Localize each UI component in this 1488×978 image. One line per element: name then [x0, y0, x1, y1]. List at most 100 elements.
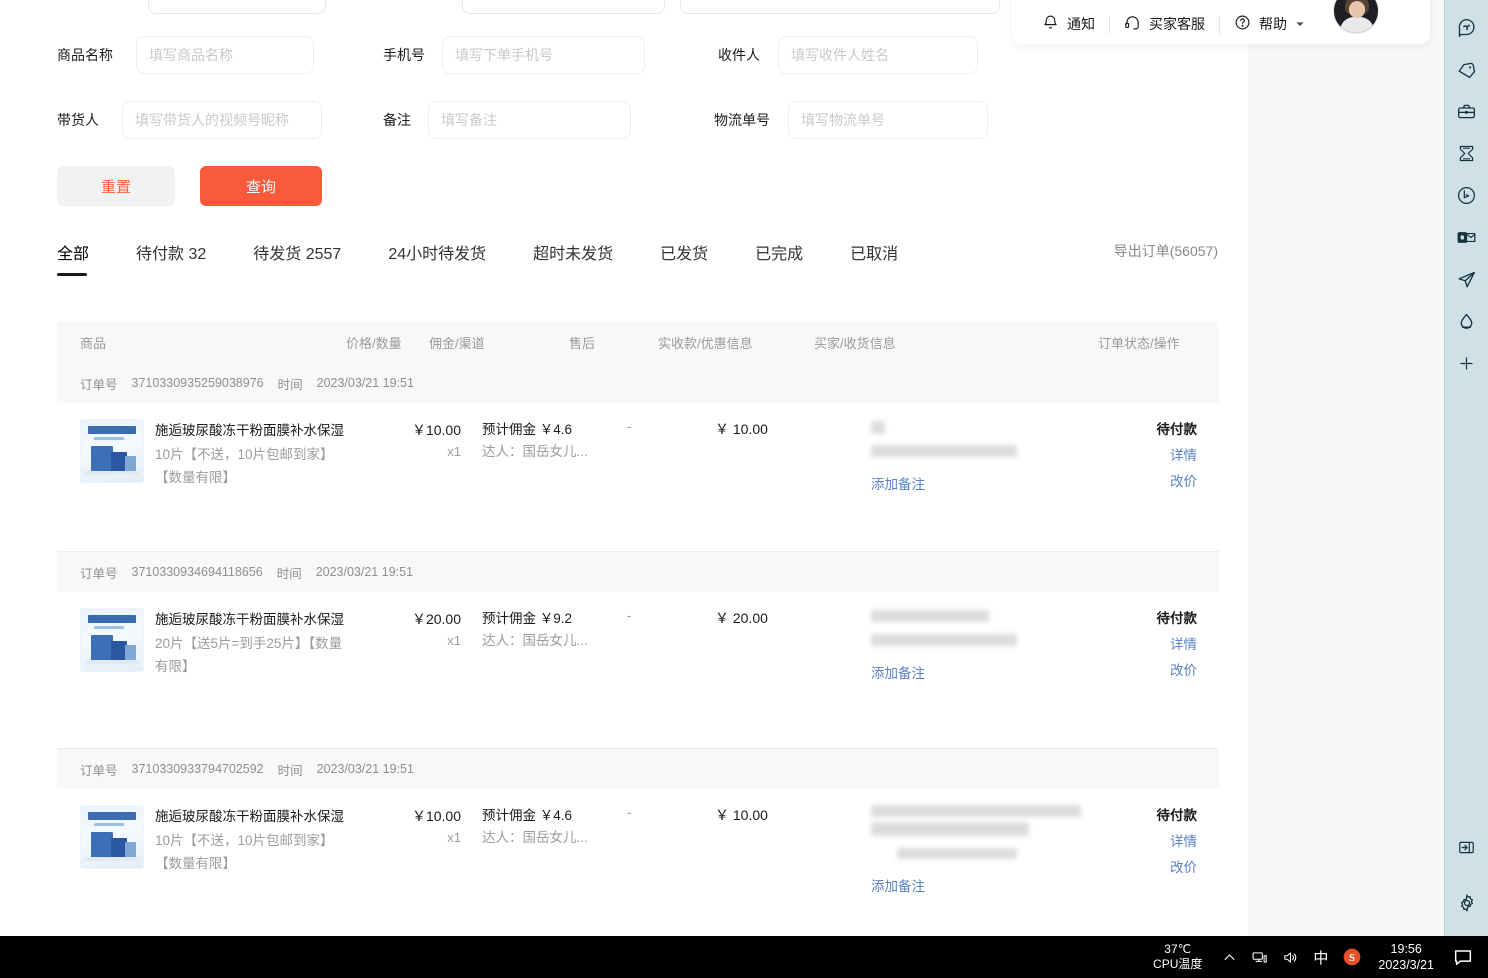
buyer-name-redacted — [871, 610, 989, 622]
order-time-value: 2023/03/21 19:51 — [317, 376, 414, 390]
detail-link[interactable]: 详情 — [1077, 829, 1197, 855]
help-button[interactable]: 帮助 — [1220, 14, 1319, 34]
product-title[interactable]: 施逅玻尿酸冻干粉面膜补水保湿 — [155, 805, 350, 828]
avatar[interactable] — [1333, 0, 1379, 34]
taskbar-clock[interactable]: 19:56 2023/3/21 — [1378, 941, 1434, 973]
tab-cancelled[interactable]: 已取消 — [850, 240, 898, 276]
price-value: ￥20.00 — [381, 608, 461, 630]
product-cell: 施逅玻尿酸冻干粉面膜补水保湿 10片【不送，10片包邮到家】【数量有限】 — [80, 419, 350, 489]
action-center-icon[interactable] — [1452, 946, 1474, 968]
sogou-input-icon[interactable]: S — [1342, 947, 1362, 967]
headset-icon — [1124, 14, 1141, 34]
th-commission: 佣金/渠道 — [429, 333, 485, 352]
price-qty-cell: ￥10.00 x1 — [381, 805, 461, 849]
input-wrap-promoter[interactable] — [122, 101, 322, 139]
status-badge: 待付款 — [1077, 417, 1197, 443]
input-wrap-receiver[interactable] — [778, 36, 978, 74]
cpu-temp-widget[interactable]: 37℃ CPU温度 — [1153, 942, 1202, 972]
product-title[interactable]: 施逅玻尿酸冻干粉面膜补水保湿 — [155, 608, 350, 631]
games-icon[interactable] — [1452, 138, 1482, 168]
change-price-link[interactable]: 改价 — [1077, 469, 1197, 495]
order-no-value: 3710330933794702592 — [132, 762, 264, 776]
commission-channel-cell: 预计佣金 ￥9.2 达人：国岳女儿... — [482, 608, 612, 652]
copilot-icon[interactable] — [1452, 12, 1482, 42]
search-input-product-name[interactable] — [149, 37, 301, 73]
order-header: 订单号 3710330933794702592 时间 2023/03/21 19… — [57, 749, 1219, 789]
tools-icon[interactable] — [1452, 96, 1482, 126]
input-wrap-product-name[interactable] — [136, 36, 314, 74]
add-note-link[interactable]: 添加备注 — [871, 473, 925, 493]
after-sale-cell: - — [627, 608, 632, 623]
cutoff-input-2[interactable] — [462, 0, 665, 14]
drop-icon[interactable] — [1452, 306, 1482, 336]
search-input-tracking-no[interactable] — [801, 102, 975, 138]
add-note-link[interactable]: 添加备注 — [871, 662, 925, 682]
buyer-phone-redacted — [897, 848, 1017, 859]
search-input-receiver[interactable] — [791, 37, 965, 73]
order-group: 订单号 3710330934694118656 时间 2023/03/21 19… — [57, 552, 1219, 749]
chevron-down-icon — [1295, 19, 1305, 29]
order-no-label: 订单号 — [80, 760, 118, 779]
export-orders-link[interactable]: 导出订单(56057) — [1114, 241, 1218, 261]
bing-icon[interactable] — [1452, 180, 1482, 210]
commission-channel-cell: 预计佣金 ￥4.6 达人：国岳女儿... — [482, 805, 612, 849]
expand-panel-icon[interactable] — [1452, 832, 1482, 862]
order-row: 施逅玻尿酸冻干粉面膜补水保湿 10片【不送，10片包邮到家】【数量有限】 ￥10… — [57, 789, 1219, 936]
tab-overdue-unshipped[interactable]: 超时未发货 — [533, 240, 613, 276]
tab-24h-pending-shipment[interactable]: 24小时待发货 — [388, 240, 486, 276]
status-badge: 待付款 — [1077, 803, 1197, 829]
outlook-icon[interactable] — [1452, 222, 1482, 252]
ime-indicator[interactable]: 中 — [1313, 947, 1328, 968]
detail-link[interactable]: 详情 — [1077, 632, 1197, 658]
input-wrap-remark[interactable] — [428, 101, 631, 139]
input-wrap-phone[interactable] — [442, 36, 645, 74]
clock-date: 2023/3/21 — [1378, 957, 1434, 973]
price-qty-cell: ￥20.00 x1 — [381, 608, 461, 652]
field-label-product-name: 商品名称 — [57, 45, 113, 65]
field-label-promoter: 带货人 — [57, 110, 99, 130]
field-product-name: 商品名称 — [57, 36, 314, 74]
cutoff-input-3[interactable] — [680, 0, 1000, 14]
input-wrap-tracking-no[interactable] — [788, 101, 988, 139]
cutoff-input-1[interactable] — [148, 0, 326, 14]
product-info: 施逅玻尿酸冻干粉面膜补水保湿 20片【送5片=到手25片】【数量有限】 — [155, 608, 350, 678]
tab-all[interactable]: 全部 — [57, 240, 89, 276]
network-icon[interactable] — [1251, 949, 1268, 966]
product-title[interactable]: 施逅玻尿酸冻干粉面膜补水保湿 — [155, 419, 350, 442]
detail-link[interactable]: 详情 — [1077, 443, 1197, 469]
add-note-link[interactable]: 添加备注 — [871, 875, 925, 895]
field-label-remark: 备注 — [383, 110, 411, 130]
paid-amount-cell: ￥ 10.00 — [715, 805, 768, 825]
chevron-up-icon[interactable] — [1222, 950, 1237, 965]
form-row-1: 商品名称 手机号 收件人 — [0, 36, 1248, 92]
tab-shipped[interactable]: 已发货 — [660, 240, 708, 276]
tab-completed[interactable]: 已完成 — [755, 240, 803, 276]
product-thumbnail[interactable] — [80, 608, 144, 672]
volume-icon[interactable] — [1282, 949, 1299, 966]
notification-label: 通知 — [1067, 14, 1095, 34]
tab-pending-shipment[interactable]: 待发货 2557 — [253, 240, 341, 276]
search-input-phone[interactable] — [455, 37, 632, 73]
th-status-action: 订单状态/操作 — [1098, 333, 1180, 352]
send-icon[interactable] — [1452, 264, 1482, 294]
change-price-link[interactable]: 改价 — [1077, 855, 1197, 881]
change-price-link[interactable]: 改价 — [1077, 658, 1197, 684]
customer-service-button[interactable]: 买家客服 — [1110, 14, 1219, 34]
reset-button[interactable]: 重置 — [57, 166, 175, 206]
query-button[interactable]: 查询 — [200, 166, 322, 206]
shopping-tag-icon[interactable] — [1452, 54, 1482, 84]
notification-button[interactable]: 通知 — [1028, 14, 1109, 34]
field-promoter: 带货人 — [57, 101, 322, 139]
clock-time: 19:56 — [1378, 941, 1434, 957]
order-group: 订单号 3710330935259038976 时间 2023/03/21 19… — [57, 363, 1219, 552]
qty-value: x1 — [381, 827, 461, 849]
form-row-2: 带货人 备注 物流单号 — [0, 101, 1248, 157]
search-input-promoter[interactable] — [135, 102, 309, 138]
settings-gear-icon[interactable] — [1452, 888, 1482, 918]
add-icon[interactable] — [1452, 348, 1482, 378]
field-label-tracking-no: 物流单号 — [714, 110, 770, 130]
product-thumbnail[interactable] — [80, 419, 144, 483]
tab-pending-payment[interactable]: 待付款 32 — [136, 240, 206, 276]
search-input-remark[interactable] — [441, 102, 618, 138]
product-thumbnail[interactable] — [80, 805, 144, 869]
